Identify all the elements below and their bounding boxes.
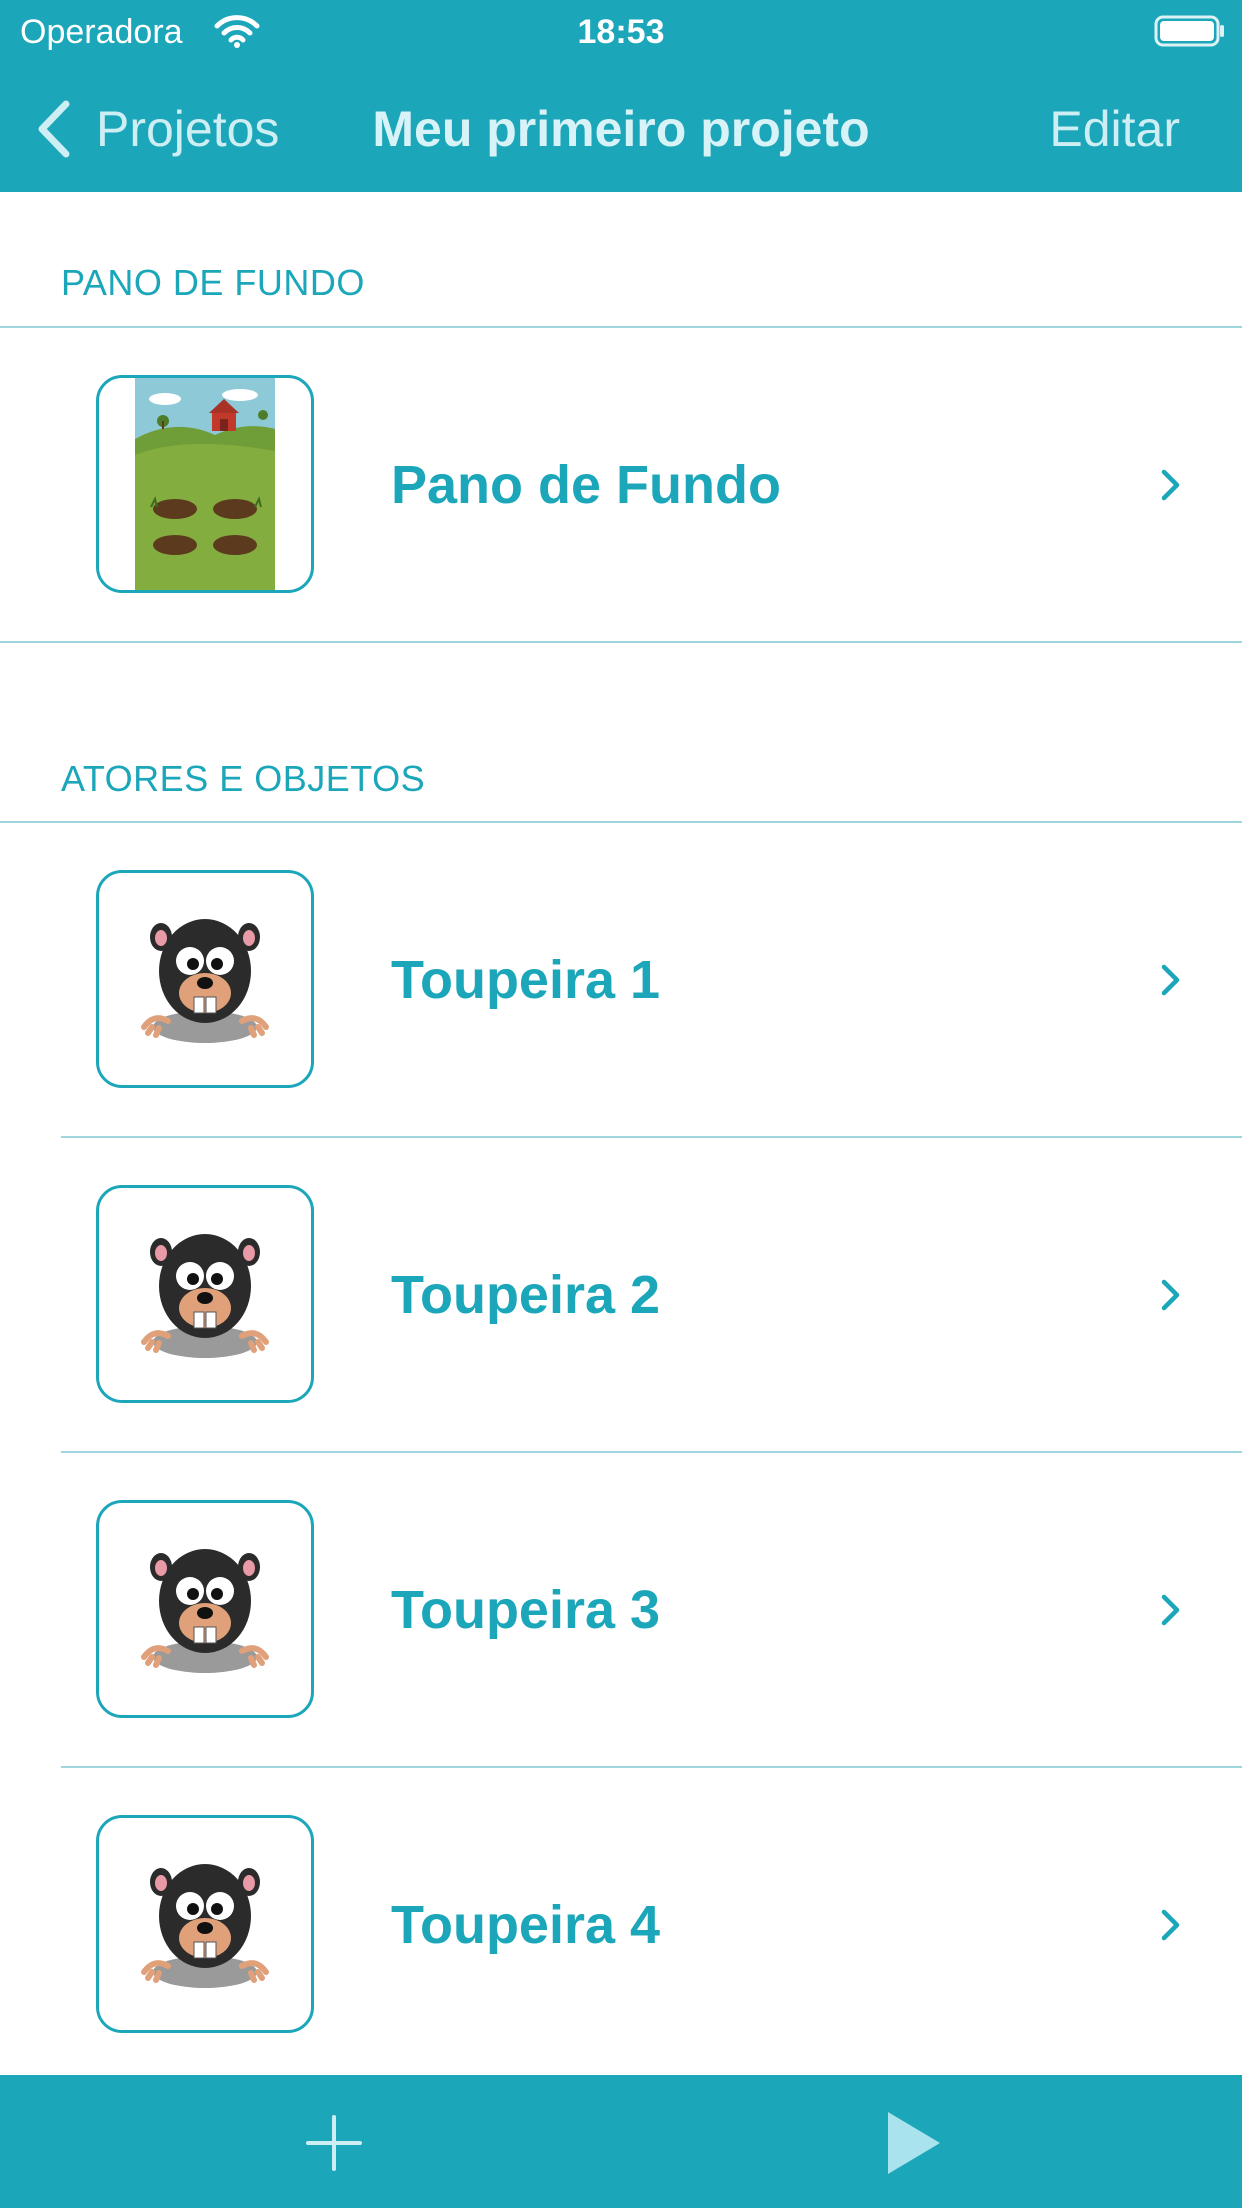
status-time: 18:53 [577, 13, 665, 51]
list-item-label: Toupeira 4 [391, 1895, 661, 1955]
header: Operadora 18:53 Projetos Meu primeiro pr… [0, 0, 1242, 192]
edit-button[interactable]: Editar [1049, 96, 1180, 162]
thumbnail [96, 1185, 314, 1403]
chevron-right-icon [1161, 1909, 1180, 1941]
list-item-actor[interactable]: Toupeira 4 [0, 1768, 1242, 2082]
chevron-right-icon [1161, 469, 1180, 501]
thumbnail [96, 1815, 314, 2033]
list-item-background[interactable]: Pano de Fundo [0, 328, 1242, 642]
farm-background-thumbnail [135, 378, 275, 590]
list-item-label: Pano de Fundo [391, 455, 781, 515]
play-icon[interactable] [884, 2108, 944, 2178]
battery-icon [1154, 15, 1224, 47]
thumbnail [96, 1500, 314, 1718]
list-item-actor[interactable]: Toupeira 2 [0, 1138, 1242, 1452]
thumbnail [96, 375, 314, 593]
separator [0, 641, 1242, 643]
app-screen: Operadora 18:53 Projetos Meu primeiro pr… [0, 0, 1242, 2208]
mole-thumbnail [141, 1864, 269, 1988]
mole-thumbnail [141, 1234, 269, 1358]
thumbnail [96, 870, 314, 1088]
list-item-label: Toupeira 3 [391, 1580, 661, 1640]
mole-thumbnail [141, 919, 269, 1043]
bottom-toolbar [0, 2075, 1242, 2208]
chevron-right-icon [1161, 1594, 1180, 1626]
mole-thumbnail [141, 1549, 269, 1673]
list-item-actor[interactable]: Toupeira 1 [0, 823, 1242, 1137]
list-item-label: Toupeira 1 [391, 950, 661, 1010]
list-item-label: Toupeira 2 [391, 1265, 661, 1325]
status-bar: Operadora 18:53 [0, 0, 1242, 66]
chevron-right-icon [1161, 964, 1180, 996]
section-header-background: PANO DE FUNDO [61, 262, 365, 303]
list-item-actor[interactable]: Toupeira 3 [0, 1453, 1242, 1767]
plus-icon[interactable] [302, 2111, 366, 2175]
navigation-bar: Projetos Meu primeiro projeto Editar [0, 66, 1242, 192]
chevron-right-icon [1161, 1279, 1180, 1311]
section-header-actors: ATORES E OBJETOS [61, 758, 426, 799]
